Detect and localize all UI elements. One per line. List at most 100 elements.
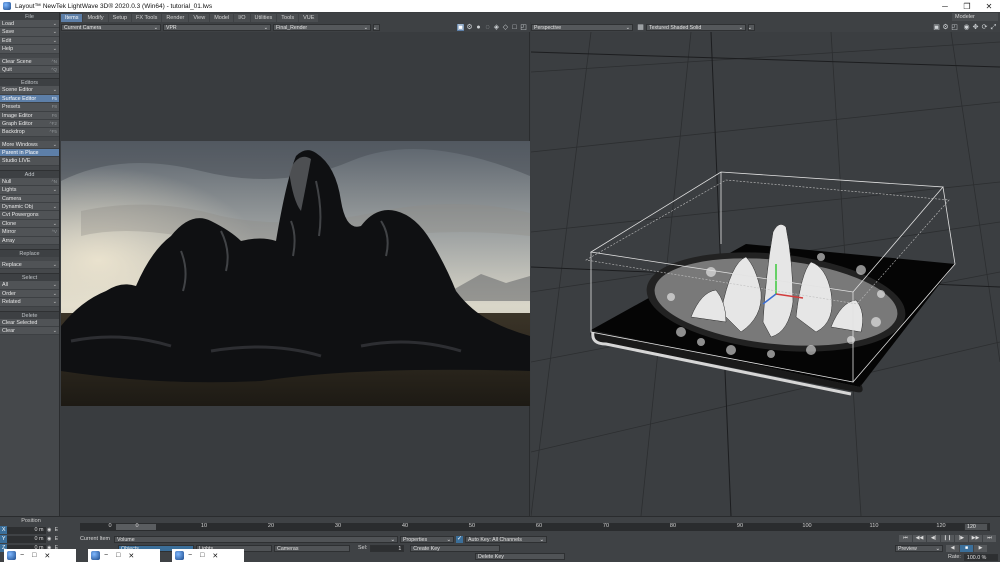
cameras-tab[interactable]: Cameras <box>274 544 350 552</box>
shading-options-select[interactable]: ⌄ <box>748 23 755 31</box>
tab-io[interactable]: I/O <box>234 13 250 22</box>
add-null-button[interactable]: Null ^N <box>0 177 59 187</box>
minimized-window-3[interactable]: − □ ✕ <box>172 549 244 562</box>
move-view-icon[interactable]: ✥ <box>972 24 979 31</box>
first-frame-button[interactable]: ⏮ <box>899 535 912 542</box>
eye-icon[interactable]: ◉ <box>46 527 53 534</box>
camera-select[interactable]: Current Camera ⌄ <box>61 23 161 31</box>
envelope-button[interactable]: E <box>53 536 60 543</box>
vpr-mode-select[interactable]: VPR ⌄ <box>163 23 271 31</box>
minimize-button[interactable]: ─ <box>934 0 956 12</box>
rotate-view-icon[interactable]: ⟳ <box>981 24 988 31</box>
surface-editor-button[interactable]: Surface Editor F5 <box>0 94 59 104</box>
visibility-icon[interactable]: ◉ <box>963 24 970 31</box>
prev-frame-button[interactable]: ◀| <box>927 535 940 542</box>
shading-select[interactable]: Textured Shaded Solid ⌄ <box>646 23 746 31</box>
record-icon[interactable]: ● <box>475 24 482 31</box>
cvt-powergons-button[interactable]: Cvt Powergons <box>0 211 59 220</box>
studio-live-button[interactable]: Studio LIVE <box>0 157 59 166</box>
camera-view-icon[interactable]: ▣ <box>933 24 940 31</box>
tab-tools[interactable]: Tools <box>277 13 299 22</box>
properties-button[interactable]: Properties ⌄ <box>399 535 454 543</box>
camera-viewport[interactable] <box>61 32 530 516</box>
select-related-menu[interactable]: Related ⌄ <box>0 298 59 307</box>
add-lights-menu[interactable]: Lights ⌄ <box>0 186 59 195</box>
stop-button[interactable]: ■ <box>960 544 973 552</box>
create-key-button[interactable]: Create Key <box>410 544 501 552</box>
render-options-select[interactable]: ⌄ <box>373 23 380 31</box>
restore-icon[interactable]: □ <box>116 552 120 559</box>
tab-items[interactable]: Items <box>61 13 83 22</box>
tab-utilities[interactable]: Utilities <box>250 13 277 22</box>
close-icon[interactable]: ✕ <box>44 552 50 560</box>
envelope-button[interactable]: E <box>53 527 60 534</box>
render-preset-select[interactable]: Final_Render ⌄ <box>273 23 371 31</box>
close-icon[interactable]: ✕ <box>212 552 218 560</box>
minimized-window-1[interactable]: − □ ✕ <box>4 549 76 562</box>
close-button[interactable]: ✕ <box>978 0 1000 12</box>
perspective-viewport[interactable] <box>531 32 1000 516</box>
view-type-select[interactable]: Perspective ⌄ <box>531 23 633 31</box>
close-icon[interactable]: ✕ <box>128 552 134 560</box>
replace-menu[interactable]: Replace ⌄ <box>0 260 59 270</box>
tab-modify[interactable]: Modify <box>83 13 108 22</box>
prev-key-button[interactable]: ◀◀ <box>913 535 926 542</box>
scene-editor-menu[interactable]: Scene Editor ⌄ <box>0 86 59 95</box>
tab-model[interactable]: Model <box>210 13 234 22</box>
backdrop-button[interactable]: Backdrop ^F5 <box>0 128 59 137</box>
quit-button[interactable]: Quit ^Q <box>0 65 59 75</box>
tab-vue[interactable]: VUE <box>299 13 319 22</box>
gear-icon[interactable]: ⚙ <box>942 24 949 31</box>
zoom-view-icon[interactable]: ⤢ <box>990 24 997 31</box>
maximize-viewport-icon[interactable]: ◰ <box>520 24 527 31</box>
gear-icon[interactable]: ⚙ <box>466 24 473 31</box>
camera-view-icon[interactable]: ▣ <box>457 23 464 31</box>
auto-key-checkbox[interactable]: ✓ <box>455 535 463 543</box>
help-menu[interactable]: Help ⌄ <box>0 45 59 54</box>
timeline-ruler[interactable]: 0 0 10 20 30 40 50 60 70 80 90 100 110 1… <box>80 523 990 531</box>
sync-icon[interactable]: ◈ <box>493 24 500 31</box>
minimize-icon[interactable]: − <box>188 552 192 559</box>
modeler-button[interactable]: Modeler <box>952 13 998 21</box>
end-frame-field[interactable]: 120 <box>964 523 988 531</box>
presets-button[interactable]: Presets F8 <box>0 103 59 112</box>
add-camera-button[interactable]: Camera <box>0 194 59 204</box>
minimized-window-2[interactable]: − □ ✕ <box>88 549 160 562</box>
rate-field[interactable]: 100.0 % <box>963 553 998 561</box>
fit-icon[interactable]: □ <box>511 24 518 31</box>
clear-selected-button[interactable]: Clear Selected <box>0 318 59 327</box>
pause-button[interactable]: ❙❙ <box>941 535 954 542</box>
tab-fx-tools[interactable]: FX Tools <box>132 13 162 22</box>
current-item-select[interactable]: Volume ⌄ <box>113 535 398 543</box>
play-button[interactable]: ▶ <box>974 544 987 552</box>
clear-scene-button[interactable]: Clear Scene ^N <box>0 57 59 66</box>
parent-in-place-toggle[interactable]: Parent in Place <box>0 149 59 158</box>
preview-select[interactable]: Preview ⌄ <box>895 544 943 552</box>
last-frame-button[interactable]: ⏭ <box>983 535 996 542</box>
lock-icon[interactable]: ◇ <box>502 24 509 31</box>
position-x-field[interactable]: 0 m <box>7 526 46 534</box>
render-region-icon[interactable]: ◌ <box>484 24 491 31</box>
minimize-icon[interactable]: − <box>104 552 108 559</box>
array-button[interactable]: Array <box>0 236 59 245</box>
tab-setup[interactable]: Setup <box>108 13 132 22</box>
image-editor-button[interactable]: Image Editor F6 <box>0 111 59 120</box>
play-reverse-button[interactable]: ◀ <box>946 544 959 552</box>
edit-menu[interactable]: Edit ⌄ <box>0 36 59 46</box>
auto-key-select[interactable]: Auto Key: All Channels ⌄ <box>464 535 547 543</box>
clear-menu[interactable]: Clear ⌄ <box>0 326 59 336</box>
maximize-viewport-icon[interactable]: ◰ <box>951 24 958 31</box>
restore-icon[interactable]: □ <box>32 552 36 559</box>
tab-render[interactable]: Render <box>162 13 189 22</box>
position-y-field[interactable]: 0 m <box>7 535 46 543</box>
mirror-button[interactable]: Mirror ^V <box>0 228 59 237</box>
delete-key-button[interactable]: Delete Key <box>475 553 565 560</box>
add-dynamic-obj-menu[interactable]: Dynamic Obj ⌄ <box>0 203 59 212</box>
save-menu[interactable]: Save ⌄ <box>0 28 59 37</box>
graph-editor-button[interactable]: Graph Editor ^F2 <box>0 119 59 129</box>
maximize-button[interactable]: ❐ <box>956 0 978 12</box>
next-key-button[interactable]: ▶▶ <box>969 535 982 542</box>
restore-icon[interactable]: □ <box>200 552 204 559</box>
tab-view[interactable]: View <box>189 13 210 22</box>
more-windows-menu[interactable]: More Windows ⌄ <box>0 140 59 150</box>
